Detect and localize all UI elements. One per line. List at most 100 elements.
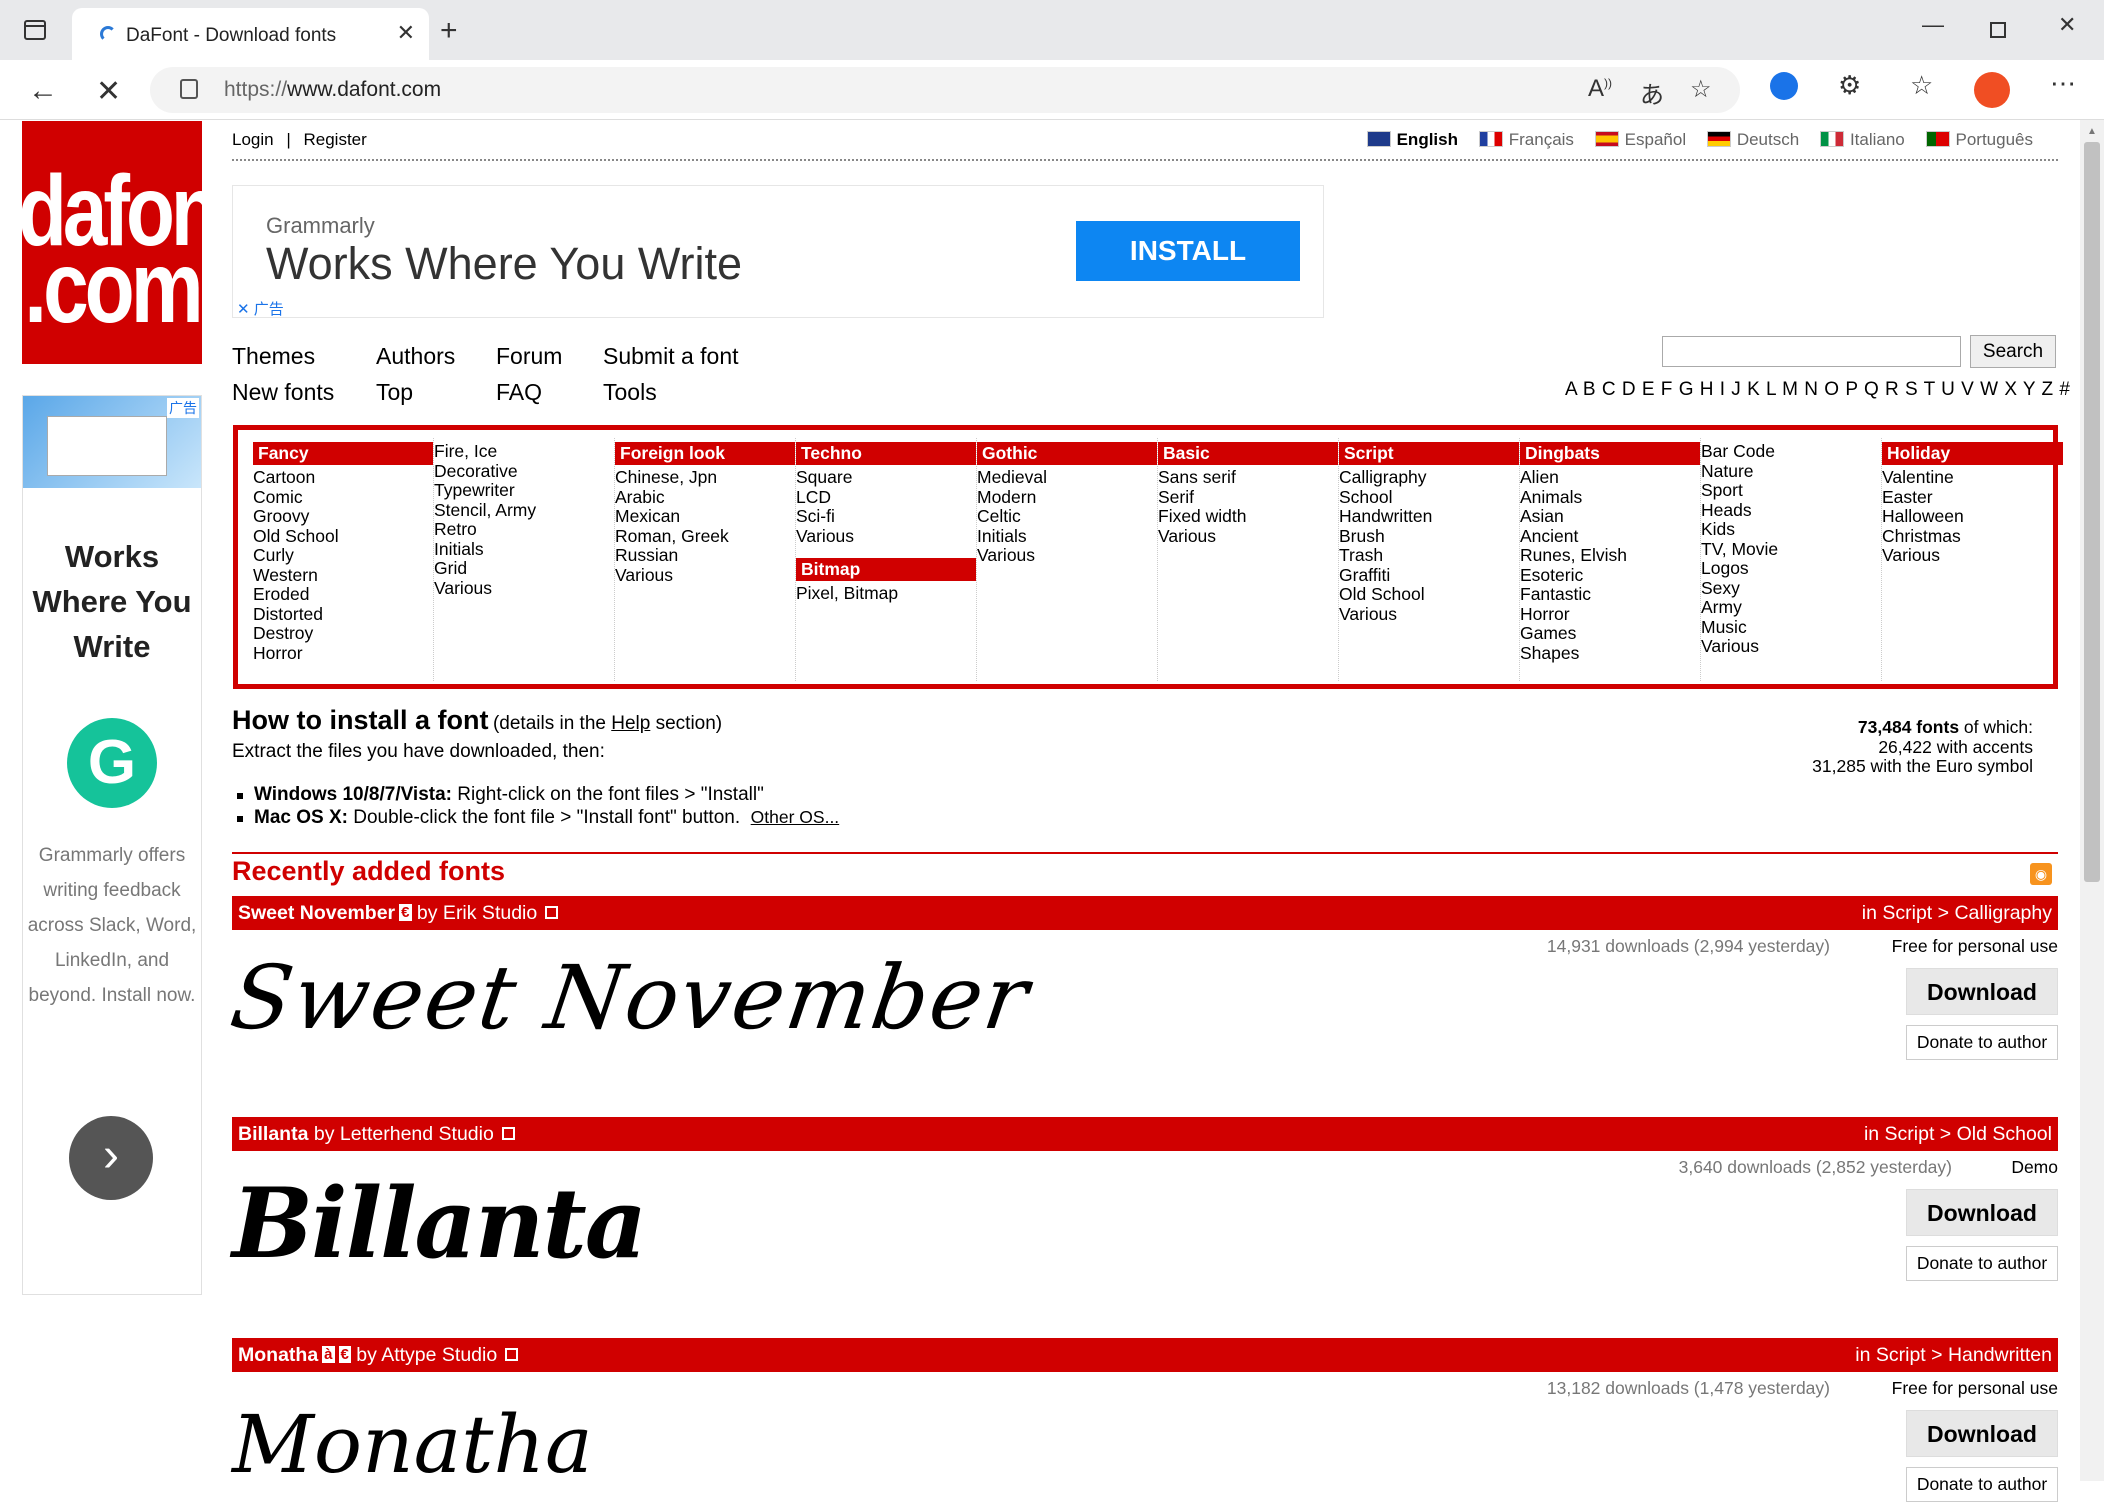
other-os-link[interactable]: Other OS... xyxy=(751,807,840,827)
nav-authors[interactable]: Authors xyxy=(376,343,455,370)
category-link[interactable]: Calligraphy xyxy=(1339,467,1519,488)
category-link[interactable]: Celtic xyxy=(977,506,1157,527)
category-link[interactable]: Serif xyxy=(1158,487,1338,508)
font-author-link[interactable]: by Erik Studio xyxy=(417,902,537,924)
rss-icon[interactable]: ◉ xyxy=(2030,863,2052,885)
lang-english[interactable]: English xyxy=(1397,130,1458,149)
category-link[interactable]: Kids xyxy=(1701,519,1881,540)
category-link[interactable]: Halloween xyxy=(1882,506,2063,527)
font-name-link[interactable]: Billanta by Letterhend Studio xyxy=(238,1117,515,1151)
category-link[interactable]: Typewriter xyxy=(434,480,614,501)
nav-forum[interactable]: Forum xyxy=(496,343,562,370)
category-link[interactable]: Runes, Elvish xyxy=(1520,545,1700,566)
category-link[interactable]: Sexy xyxy=(1701,578,1881,599)
nav-themes[interactable]: Themes xyxy=(232,343,334,370)
category-link[interactable]: Roman, Greek xyxy=(615,526,795,547)
category-link[interactable]: Ancient xyxy=(1520,526,1700,547)
download-button[interactable]: Download xyxy=(1906,968,2058,1015)
category-heading[interactable]: Basic xyxy=(1158,442,1338,465)
tab-actions-icon[interactable] xyxy=(24,20,46,40)
category-heading[interactable]: Script xyxy=(1339,442,1519,465)
font-preview[interactable]: Billanta xyxy=(232,1167,647,1280)
category-link[interactable]: Various xyxy=(1339,604,1519,625)
category-link[interactable]: Trash xyxy=(1339,545,1519,566)
category-link[interactable]: Various xyxy=(1882,545,2063,566)
category-heading[interactable]: Holiday xyxy=(1882,442,2063,465)
help-link[interactable]: Help xyxy=(611,713,650,734)
category-heading[interactable]: Foreign look xyxy=(615,442,795,465)
donate-button[interactable]: Donate to author xyxy=(1906,1025,2058,1060)
nav-new-fonts[interactable]: New fonts xyxy=(232,379,334,406)
category-link[interactable]: Music xyxy=(1701,617,1881,638)
category-link[interactable]: Various xyxy=(434,578,614,599)
new-tab-icon[interactable]: + xyxy=(440,14,458,48)
category-link[interactable]: Stencil, Army xyxy=(434,500,614,521)
font-name-link[interactable]: Sweet November € by Erik Studio xyxy=(238,896,559,930)
category-link[interactable]: Various xyxy=(615,565,795,586)
category-link[interactable]: Alien xyxy=(1520,467,1700,488)
category-heading[interactable]: Bitmap xyxy=(796,558,976,581)
external-link-icon[interactable] xyxy=(545,906,559,919)
category-link[interactable]: Retro xyxy=(434,519,614,540)
search-button[interactable]: Search xyxy=(1970,335,2056,368)
scroll-up-icon[interactable]: ▲ xyxy=(2087,126,2097,137)
maximize-icon[interactable] xyxy=(1990,22,2006,38)
category-link[interactable]: Valentine xyxy=(1882,467,2063,488)
category-heading[interactable]: Dingbats xyxy=(1520,442,1700,465)
ad-tag[interactable]: 广告 xyxy=(167,398,199,418)
extensions-icon[interactable]: ⚙ xyxy=(1838,70,1861,101)
category-link[interactable]: Logos xyxy=(1701,558,1881,579)
font-category-link[interactable]: in Script > Handwritten xyxy=(1855,1338,2052,1372)
category-link[interactable]: Graffiti xyxy=(1339,565,1519,586)
register-link[interactable]: Register xyxy=(304,130,367,149)
category-link[interactable]: Army xyxy=(1701,597,1881,618)
alphabet-index[interactable]: A B C D E F G H I J K L M N O P Q R S T … xyxy=(1565,379,2070,401)
scroll-thumb[interactable] xyxy=(2084,142,2100,882)
category-link[interactable]: Medieval xyxy=(977,467,1157,488)
donate-button[interactable]: Donate to author xyxy=(1906,1467,2058,1502)
category-link[interactable]: School xyxy=(1339,487,1519,508)
category-link[interactable]: Brush xyxy=(1339,526,1519,547)
window-close-icon[interactable]: ✕ xyxy=(2058,12,2076,38)
category-link[interactable]: Various xyxy=(1701,636,1881,657)
ad-arrow-icon[interactable]: › xyxy=(69,1116,153,1200)
font-category-link[interactable]: in Script > Calligraphy xyxy=(1862,896,2052,930)
page-scrollbar[interactable]: ▲ xyxy=(2080,120,2104,1481)
category-link[interactable]: Christmas xyxy=(1882,526,2063,547)
category-heading[interactable]: Techno xyxy=(796,442,976,465)
install-button[interactable]: INSTALL xyxy=(1076,221,1300,281)
category-link[interactable]: Easter xyxy=(1882,487,2063,508)
category-link[interactable]: Handwritten xyxy=(1339,506,1519,527)
lang-deutsch[interactable]: Deutsch xyxy=(1737,130,1799,149)
category-link[interactable]: Fire, Ice xyxy=(434,441,614,462)
lang-francais[interactable]: Français xyxy=(1509,130,1574,149)
category-link[interactable]: Games xyxy=(1520,623,1700,644)
category-link[interactable]: Shapes xyxy=(1520,643,1700,664)
category-link[interactable]: Decorative xyxy=(434,461,614,482)
lang-portugues[interactable]: Português xyxy=(1956,130,2034,149)
category-link[interactable]: TV, Movie xyxy=(1701,539,1881,560)
category-link[interactable]: Mexican xyxy=(615,506,795,527)
category-link[interactable]: Cartoon xyxy=(253,467,433,488)
font-author-link[interactable]: by Attype Studio xyxy=(356,1344,497,1366)
category-link[interactable]: Curly xyxy=(253,545,433,566)
font-preview[interactable]: Sweet November xyxy=(225,946,1036,1049)
edge-copilot-icon[interactable] xyxy=(1770,72,1798,100)
add-favorite-icon[interactable]: ☆ xyxy=(1690,75,1712,104)
category-link[interactable]: Old School xyxy=(253,526,433,547)
lock-icon[interactable] xyxy=(180,79,198,99)
category-link[interactable]: Groovy xyxy=(253,506,433,527)
category-link[interactable]: Old School xyxy=(1339,584,1519,605)
category-link[interactable]: Fixed width xyxy=(1158,506,1338,527)
category-link[interactable]: Initials xyxy=(977,526,1157,547)
category-link[interactable]: Horror xyxy=(253,643,433,664)
lang-italiano[interactable]: Italiano xyxy=(1850,130,1905,149)
font-category-link[interactable]: in Script > Old School xyxy=(1864,1117,2052,1151)
read-aloud-icon[interactable]: A)) xyxy=(1588,75,1612,103)
external-link-icon[interactable] xyxy=(501,1127,515,1140)
font-author-link[interactable]: by Letterhend Studio xyxy=(314,1123,494,1145)
tab-close-icon[interactable]: ✕ xyxy=(397,20,415,46)
search-input[interactable] xyxy=(1662,336,1961,367)
dafont-logo[interactable]: dafont .com xyxy=(18,121,242,364)
font-preview[interactable]: Monatha xyxy=(232,1398,593,1491)
